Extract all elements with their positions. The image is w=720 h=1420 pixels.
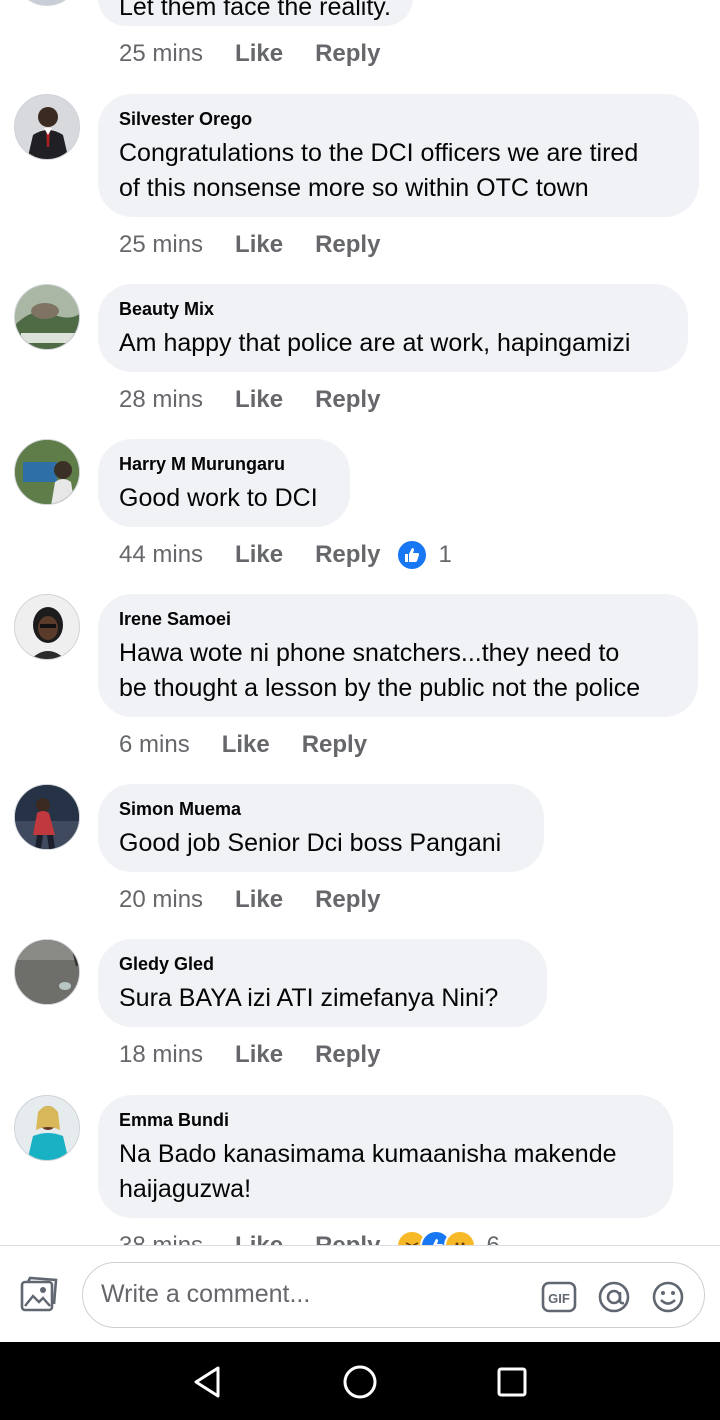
reply-button[interactable]: Reply	[315, 40, 380, 68]
gif-label: GIF	[548, 1291, 570, 1306]
avatar[interactable]	[14, 284, 80, 350]
comment-author[interactable]: Harry M Murungaru	[119, 453, 328, 475]
avatar-photo	[15, 595, 79, 659]
comment-time[interactable]: 44 mins	[119, 541, 203, 569]
reply-button[interactable]: Reply	[302, 731, 367, 759]
home-circle-icon[interactable]	[340, 1362, 380, 1402]
comment-time[interactable]: 28 mins	[119, 386, 203, 414]
like-button[interactable]: Like	[235, 886, 283, 914]
comment-author[interactable]: Silvester Orego	[119, 108, 677, 130]
comment-author[interactable]: Gledy Gled	[119, 953, 525, 975]
comment-time[interactable]: 18 mins	[119, 1041, 203, 1069]
avatar-photo	[15, 1096, 79, 1160]
comment-author[interactable]: Irene Samoei	[119, 608, 676, 630]
comment-time[interactable]: 25 mins	[119, 40, 203, 68]
comment-text: Good work to DCI	[119, 484, 318, 512]
comment-bubble: Harry M Murungaru Good work to DCI	[98, 439, 350, 527]
avatar[interactable]	[14, 0, 80, 6]
comment-bubble: Let them face the reality.	[98, 0, 413, 26]
comment-meta: 38 mins Like Reply 6	[119, 1230, 500, 1245]
comment-input-placeholder[interactable]: Write a comment...	[101, 1280, 310, 1309]
comment-author[interactable]: Simon Muema	[119, 798, 522, 820]
gif-icon[interactable]: GIF	[541, 1280, 577, 1314]
comment-input[interactable]: Write a comment... GIF	[82, 1262, 705, 1328]
emoji-icon[interactable]	[651, 1280, 685, 1314]
reply-button[interactable]: Reply	[315, 1232, 380, 1245]
comment-bubble: Irene Samoei Hawa wote ni phone snatcher…	[98, 594, 698, 717]
system-nav-bar	[0, 1342, 720, 1420]
avatar[interactable]	[14, 1095, 80, 1161]
avatar-photo	[15, 440, 79, 504]
wow-icon	[444, 1230, 477, 1245]
avatar[interactable]	[14, 939, 80, 1005]
like-button[interactable]: Like	[222, 731, 270, 759]
reaction-summary[interactable]: 1	[396, 539, 452, 571]
comment-composer: Write a comment... GIF	[0, 1245, 720, 1342]
comment-meta: 6 mins Like Reply	[119, 729, 367, 761]
comment-meta: 44 mins Like Reply 1	[119, 539, 452, 571]
comment-meta: 25 mins Like Reply	[119, 229, 380, 261]
comment-bubble: Beauty Mix Am happy that police are at w…	[98, 284, 688, 372]
comment-time[interactable]: 25 mins	[119, 231, 203, 259]
comment-text: Am happy that police are at work, haping…	[119, 329, 631, 357]
avatar[interactable]	[14, 594, 80, 660]
avatar-photo	[27, 107, 69, 159]
like-button[interactable]: Like	[235, 231, 283, 259]
comment-text: Na Bado kanasimama kumaanisha makende ha…	[119, 1140, 617, 1203]
thumbs-up-icon	[396, 539, 429, 571]
comment-bubble: Simon Muema Good job Senior Dci boss Pan…	[98, 784, 544, 872]
recents-square-icon[interactable]	[492, 1362, 532, 1402]
comment-meta: 18 mins Like Reply	[119, 1039, 380, 1071]
comment-text: Good job Senior Dci boss Pangani	[119, 829, 502, 857]
comment-bubble: Silvester Orego Congratulations to the D…	[98, 94, 699, 217]
comments-feed[interactable]: Let them face the reality. 25 mins Like …	[0, 0, 720, 1245]
comment-text: Hawa wote ni phone snatchers...they need…	[119, 639, 641, 702]
reaction-count: 1	[438, 541, 452, 568]
like-button[interactable]: Like	[235, 1232, 283, 1245]
back-triangle-icon[interactable]	[188, 1362, 228, 1402]
comment-meta: 28 mins Like Reply	[119, 384, 380, 416]
avatar[interactable]	[14, 439, 80, 505]
reply-button[interactable]: Reply	[315, 1041, 380, 1069]
avatar-photo	[15, 940, 79, 1004]
comment-bubble: Gledy Gled Sura BAYA izi ATI zimefanya N…	[98, 939, 547, 1027]
avatar-photo	[15, 285, 79, 349]
like-button[interactable]: Like	[235, 386, 283, 414]
like-button[interactable]: Like	[235, 1041, 283, 1069]
comment-author[interactable]: Emma Bundi	[119, 1109, 651, 1131]
comment-meta: 20 mins Like Reply	[119, 884, 380, 916]
comment-time[interactable]: 38 mins	[119, 1232, 203, 1245]
at-icon[interactable]	[597, 1280, 631, 1314]
comment-text: Let them face the reality.	[119, 0, 391, 21]
comment-time[interactable]: 6 mins	[119, 731, 190, 759]
comment-meta: 25 mins Like Reply	[119, 38, 380, 70]
comment-text: Congratulations to the DCI officers we a…	[119, 139, 639, 202]
like-button[interactable]: Like	[235, 40, 283, 68]
photo-icon[interactable]	[20, 1276, 60, 1314]
reply-button[interactable]: Reply	[315, 386, 380, 414]
avatar[interactable]	[14, 784, 80, 850]
reaction-count: 6	[486, 1232, 499, 1245]
comment-text: Sura BAYA izi ATI zimefanya Nini?	[119, 984, 499, 1012]
reply-button[interactable]: Reply	[315, 541, 380, 569]
reply-button[interactable]: Reply	[315, 231, 380, 259]
like-button[interactable]: Like	[235, 541, 283, 569]
avatar-photo	[15, 785, 79, 849]
comment-time[interactable]: 20 mins	[119, 886, 203, 914]
comment-bubble: Emma Bundi Na Bado kanasimama kumaanisha…	[98, 1095, 673, 1218]
avatar[interactable]	[14, 94, 80, 160]
reply-button[interactable]: Reply	[315, 886, 380, 914]
comment-author[interactable]: Beauty Mix	[119, 298, 666, 320]
reaction-summary[interactable]: 6	[396, 1230, 500, 1245]
